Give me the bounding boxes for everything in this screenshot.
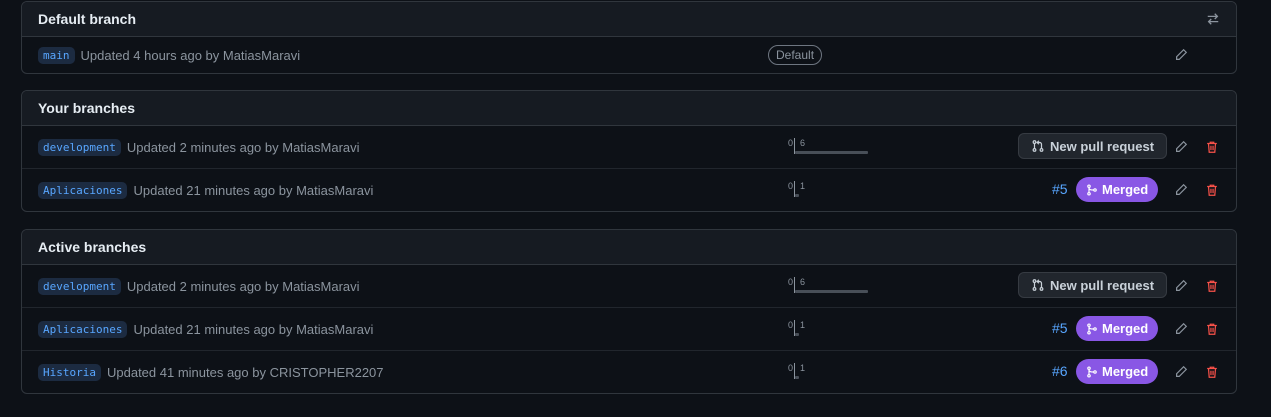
ahead-count: 6: [800, 277, 806, 287]
behind-count: 0: [788, 363, 794, 373]
branch-row: development Updated 2 minutes ago by Mati…: [22, 126, 1236, 169]
ahead-count: 1: [800, 181, 806, 191]
ahead-bar: [795, 333, 799, 336]
branch-name-link[interactable]: Historia: [38, 364, 101, 381]
trash-icon[interactable]: [1203, 181, 1221, 199]
ahead-bar: [795, 194, 799, 197]
panel-title: Active branches: [38, 239, 147, 255]
behind-count: 0: [788, 138, 794, 148]
ahead-bar: [795, 290, 868, 293]
trash-icon[interactable]: [1203, 138, 1221, 156]
pull-request-link[interactable]: #5: [1052, 181, 1068, 197]
updated-text: Updated 41 minutes ago by CRISTOPHER2207: [106, 365, 384, 380]
pull-request-icon: [1031, 139, 1045, 153]
branch-row: development Updated 2 minutes ago by Mati…: [22, 265, 1236, 308]
merged-status-button[interactable]: Merged: [1076, 177, 1159, 202]
ahead-behind-graph: 01: [788, 181, 868, 205]
branch-name-link[interactable]: development: [38, 278, 121, 295]
pencil-icon[interactable]: [1172, 138, 1190, 156]
merge-icon: [1086, 322, 1098, 335]
trash-icon[interactable]: [1203, 277, 1221, 295]
merged-status-button[interactable]: Merged: [1076, 359, 1159, 384]
new-pull-request-button[interactable]: New pull request: [1018, 133, 1168, 159]
trash-icon[interactable]: [1203, 363, 1221, 381]
updated-text: Updated 2 minutes ago by MatiasMaravi: [126, 279, 360, 294]
pencil-icon[interactable]: [1172, 363, 1190, 381]
updated-text: Updated 2 minutes ago by MatiasMaravi: [126, 140, 360, 155]
ahead-behind-graph: 06: [788, 138, 868, 162]
merged-status-button[interactable]: Merged: [1076, 316, 1159, 341]
your-branches-panel: Your branches development Updated 2 minut…: [21, 90, 1237, 212]
branch-row: Historia Updated 41 minutes ago by CRISTO…: [22, 351, 1236, 393]
branch-name-link[interactable]: main: [38, 47, 75, 64]
ahead-count: 1: [800, 320, 806, 330]
updated-text: Updated 21 minutes ago by MatiasMaravi: [133, 183, 374, 198]
default-branch-panel: Default branch main Updated 4 hours ago …: [21, 1, 1237, 74]
active-branches-panel: Active branches development Updated 2 min…: [21, 229, 1237, 394]
branch-name-link[interactable]: development: [38, 139, 121, 156]
pencil-icon[interactable]: [1172, 320, 1190, 338]
branch-name-link[interactable]: Aplicaciones: [38, 182, 128, 199]
ahead-behind-graph: 01: [788, 320, 868, 344]
new-pull-request-label: New pull request: [1050, 138, 1155, 154]
ahead-bar: [795, 376, 799, 379]
ahead-behind-graph: 01: [788, 363, 868, 387]
pencil-icon[interactable]: [1172, 46, 1190, 64]
new-pull-request-button[interactable]: New pull request: [1018, 272, 1168, 298]
pull-request-link[interactable]: #6: [1052, 363, 1068, 379]
pull-request-icon: [1031, 278, 1045, 292]
ahead-behind-graph: 06: [788, 277, 868, 301]
panel-header: Default branch: [22, 2, 1236, 37]
panel-title: Your branches: [38, 100, 135, 116]
merged-label: Merged: [1102, 364, 1149, 379]
merged-label: Merged: [1102, 321, 1149, 336]
panel-header: Your branches: [22, 91, 1236, 126]
branch-row: Aplicaciones Updated 21 minutes ago by Ma…: [22, 169, 1236, 211]
merge-icon: [1086, 365, 1098, 378]
panel-title: Default branch: [38, 11, 137, 27]
behind-count: 0: [788, 181, 794, 191]
default-badge: Default: [768, 45, 823, 65]
default-branch-row: main Updated 4 hours ago by MatiasMaravi…: [22, 37, 1236, 73]
pencil-icon[interactable]: [1172, 277, 1190, 295]
switch-branch-icon[interactable]: [1206, 12, 1220, 26]
ahead-count: 1: [800, 363, 806, 373]
behind-count: 0: [788, 320, 794, 330]
branch-name-link[interactable]: Aplicaciones: [38, 321, 128, 338]
pencil-icon[interactable]: [1172, 181, 1190, 199]
new-pull-request-label: New pull request: [1050, 277, 1155, 293]
pull-request-link[interactable]: #5: [1052, 320, 1068, 336]
trash-icon[interactable]: [1203, 320, 1221, 338]
merged-label: Merged: [1102, 182, 1149, 197]
ahead-bar: [795, 151, 868, 154]
ahead-count: 6: [800, 138, 806, 148]
branch-row: Aplicaciones Updated 21 minutes ago by Ma…: [22, 308, 1236, 351]
updated-text: Updated 4 hours ago by MatiasMaravi: [80, 48, 301, 63]
updated-text: Updated 21 minutes ago by MatiasMaravi: [133, 322, 374, 337]
panel-header: Active branches: [22, 230, 1236, 265]
behind-count: 0: [788, 277, 794, 287]
merge-icon: [1086, 183, 1098, 196]
